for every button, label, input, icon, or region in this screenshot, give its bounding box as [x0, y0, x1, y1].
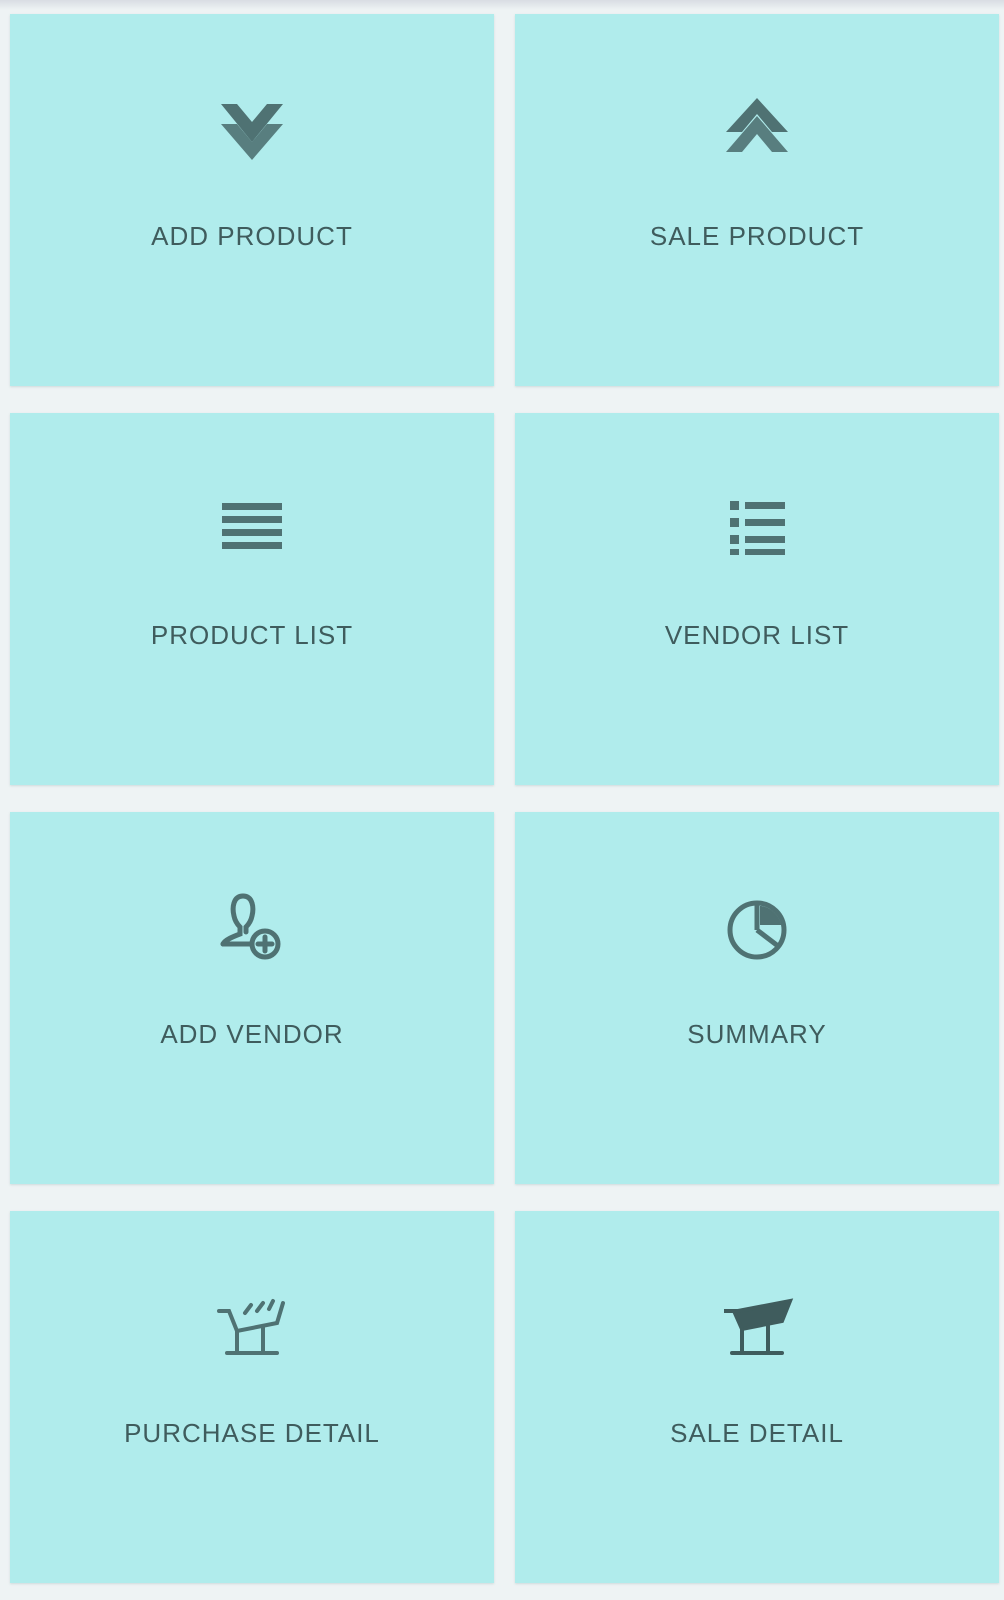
- tile-label: PRODUCT LIST: [150, 620, 354, 650]
- add-vendor-tile[interactable]: ADD VENDOR: [10, 812, 494, 1184]
- summary-tile[interactable]: SUMMARY: [515, 812, 999, 1184]
- sale-detail-tile[interactable]: SALE DETAIL: [515, 1211, 999, 1583]
- add-product-tile[interactable]: ADD PRODUCT: [10, 14, 494, 386]
- tile-label: SALE DETAIL: [670, 1418, 844, 1448]
- tile-label: ADD VENDOR: [160, 1019, 344, 1049]
- top-edge-shadow: [0, 0, 1004, 10]
- double-chevron-up-icon: [712, 84, 802, 174]
- double-chevron-down-icon: [207, 84, 297, 174]
- pie-chart-icon: [712, 882, 802, 972]
- bulleted-list-icon: [712, 483, 802, 573]
- tile-label: SALE PRODUCT: [649, 221, 865, 251]
- purchase-detail-tile[interactable]: PURCHASE DETAIL: [10, 1211, 494, 1583]
- tile-label: VENDOR LIST: [664, 620, 850, 650]
- tile-label: PURCHASE DETAIL: [124, 1418, 380, 1448]
- product-list-tile[interactable]: PRODUCT LIST: [10, 413, 494, 785]
- tile-label: ADD PRODUCT: [151, 221, 353, 251]
- dashboard-grid: ADD PRODUCT SALE PRODUCT PRODUCT LIST VE…: [10, 14, 1004, 1583]
- add-user-icon: [207, 882, 297, 972]
- vendor-list-tile[interactable]: VENDOR LIST: [515, 413, 999, 785]
- shopping-cart-icon: [207, 1281, 297, 1371]
- menu-lines-icon: [207, 483, 297, 573]
- shopping-cart-filled-icon: [712, 1281, 802, 1371]
- tile-label: SUMMARY: [687, 1019, 827, 1049]
- sale-product-tile[interactable]: SALE PRODUCT: [515, 14, 999, 386]
